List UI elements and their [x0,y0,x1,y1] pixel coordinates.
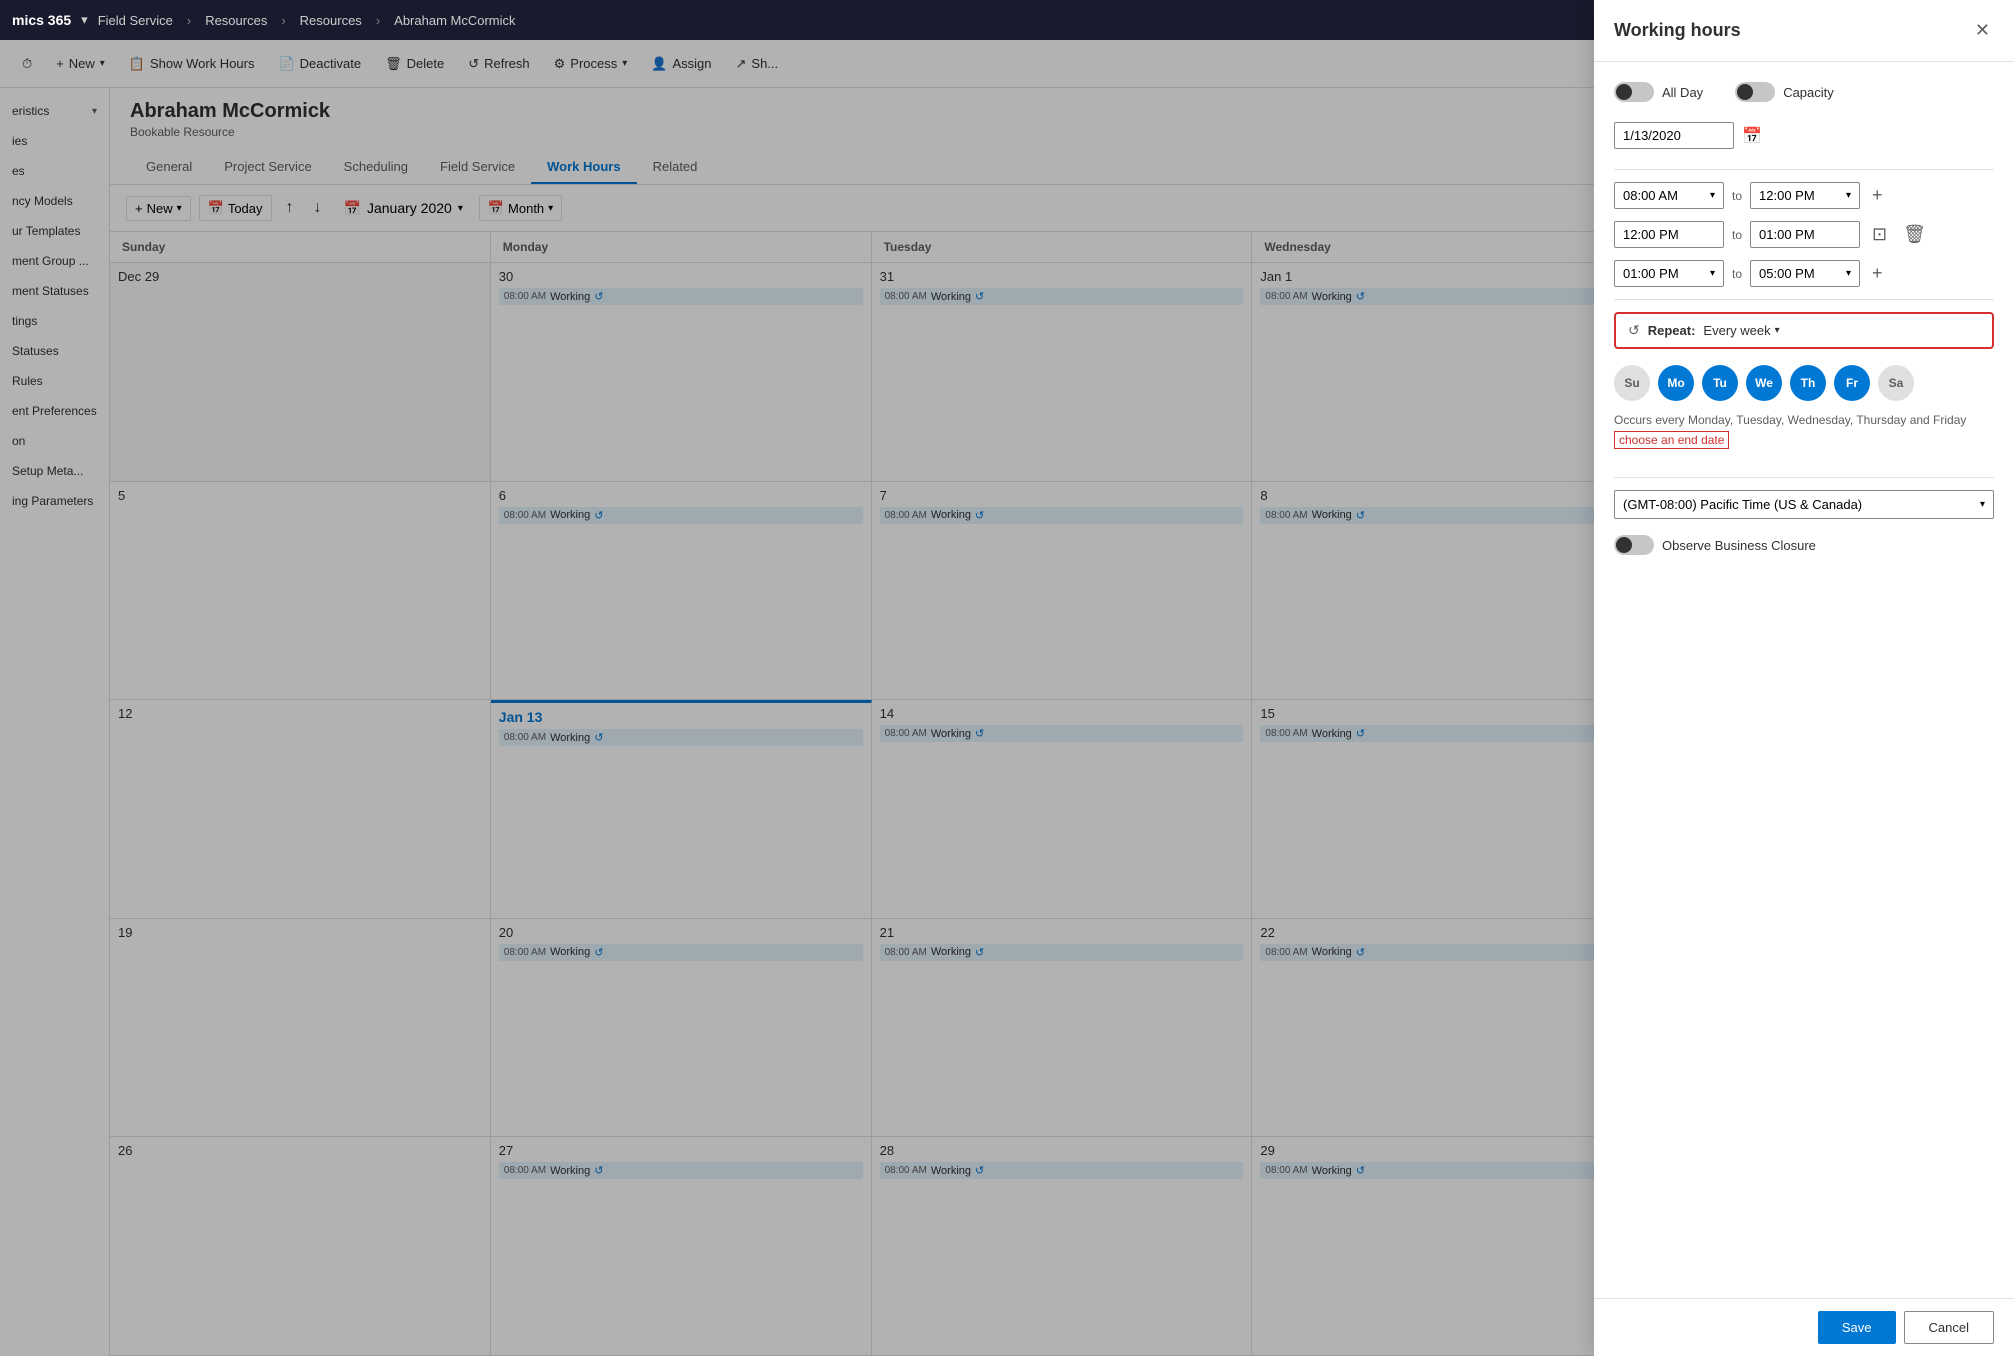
breadcrumb-current: Abraham McCormick [394,13,515,28]
repeat-caret-icon: ▾ [1775,325,1780,336]
day-circle-tu[interactable]: Tu [1702,365,1738,401]
day-circle-su[interactable]: Su [1614,365,1650,401]
time-row-1: 08:00 AM ▾ to 12:00 PM ▾ + [1614,182,1994,209]
app-name: mics 365 [12,12,71,28]
panel-header: Working hours ✕ [1594,0,2014,62]
day-circle-fr[interactable]: Fr [1834,365,1870,401]
day-circle-sa[interactable]: Sa [1878,365,1914,401]
time-end-caret-3: ▾ [1846,268,1851,279]
day-circle-mo[interactable]: Mo [1658,365,1694,401]
observe-row: Observe Business Closure [1614,535,1994,555]
time-end-2[interactable]: 01:00 PM [1750,221,1860,248]
breadcrumb-resources-2: Resources [300,13,362,28]
date-input[interactable] [1614,122,1734,149]
cancel-button[interactable]: Cancel [1904,1311,1994,1344]
divider-2 [1614,299,1994,300]
panel-title: Working hours [1614,20,1741,41]
add-time-row-3-button[interactable]: + [1868,261,1887,286]
time-to-label-2: to [1732,228,1742,242]
repeat-row: ↺ Repeat: Every week ▾ [1614,312,1994,349]
day-circle-th[interactable]: Th [1790,365,1826,401]
time-caret-3a: ▾ [1710,268,1715,279]
copy-time-row-2-button[interactable]: ⊡ [1868,222,1891,247]
date-field: 📅 [1614,122,1994,149]
breadcrumb-field-service: Field Service [98,13,173,28]
nav-dropdown-icon[interactable]: ▾ [81,12,88,28]
time-row-2: 12:00 PM to 01:00 PM ⊡ 🗑 [1614,221,1994,248]
panel-body: All Day Capacity 📅 08:00 AM ▾ to 12:00 P… [1594,62,2014,1298]
close-panel-button[interactable]: ✕ [1971,16,1994,45]
divider-3 [1614,477,1994,478]
divider-1 [1614,169,1994,170]
capacity-toggle-item: Capacity [1735,82,1834,102]
add-time-row-1-button[interactable]: + [1868,183,1887,208]
day-circle-we[interactable]: We [1746,365,1782,401]
capacity-label: Capacity [1783,85,1834,100]
all-day-toggle[interactable] [1614,82,1654,102]
time-start-2[interactable]: 12:00 PM [1614,221,1724,248]
toggle-row: All Day Capacity [1614,82,1994,102]
all-day-label: All Day [1662,85,1703,100]
save-button[interactable]: Save [1818,1311,1896,1344]
choose-end-date-link[interactable]: choose an end date [1614,431,1729,449]
panel-footer: Save Cancel [1594,1298,2014,1356]
all-day-toggle-item: All Day [1614,82,1703,102]
timezone-select[interactable]: (GMT-08:00) Pacific Time (US & Canada) ▾ [1614,490,1994,519]
time-end-1[interactable]: 12:00 PM ▾ [1750,182,1860,209]
capacity-toggle[interactable] [1735,82,1775,102]
observe-toggle[interactable] [1614,535,1654,555]
repeat-value-select[interactable]: Every week ▾ [1703,323,1779,338]
time-end-3[interactable]: 05:00 PM ▾ [1750,260,1860,287]
breadcrumb-resources-1: Resources [205,13,267,28]
observe-label: Observe Business Closure [1662,538,1816,553]
time-start-3[interactable]: 01:00 PM ▾ [1614,260,1724,287]
repeat-icon: ↺ [1628,322,1640,339]
time-end-caret-1: ▾ [1846,190,1851,201]
recurrence-info: Occurs every Monday, Tuesday, Wednesday,… [1614,413,1994,427]
time-row-3: 01:00 PM ▾ to 05:00 PM ▾ + [1614,260,1994,287]
time-to-label-3: to [1732,267,1742,281]
timezone-caret-icon: ▾ [1980,499,1985,510]
day-circles: SuMoTuWeThFrSa [1614,365,1994,401]
calendar-picker-icon[interactable]: 📅 [1742,126,1762,146]
time-to-label-1: to [1732,189,1742,203]
working-hours-panel: Working hours ✕ All Day Capacity 📅 08:00… [1594,0,2014,1356]
delete-time-row-2-button[interactable]: 🗑 [1899,222,1930,247]
time-start-1[interactable]: 08:00 AM ▾ [1614,182,1724,209]
time-caret-1: ▾ [1710,190,1715,201]
repeat-label: Repeat: [1648,323,1696,338]
